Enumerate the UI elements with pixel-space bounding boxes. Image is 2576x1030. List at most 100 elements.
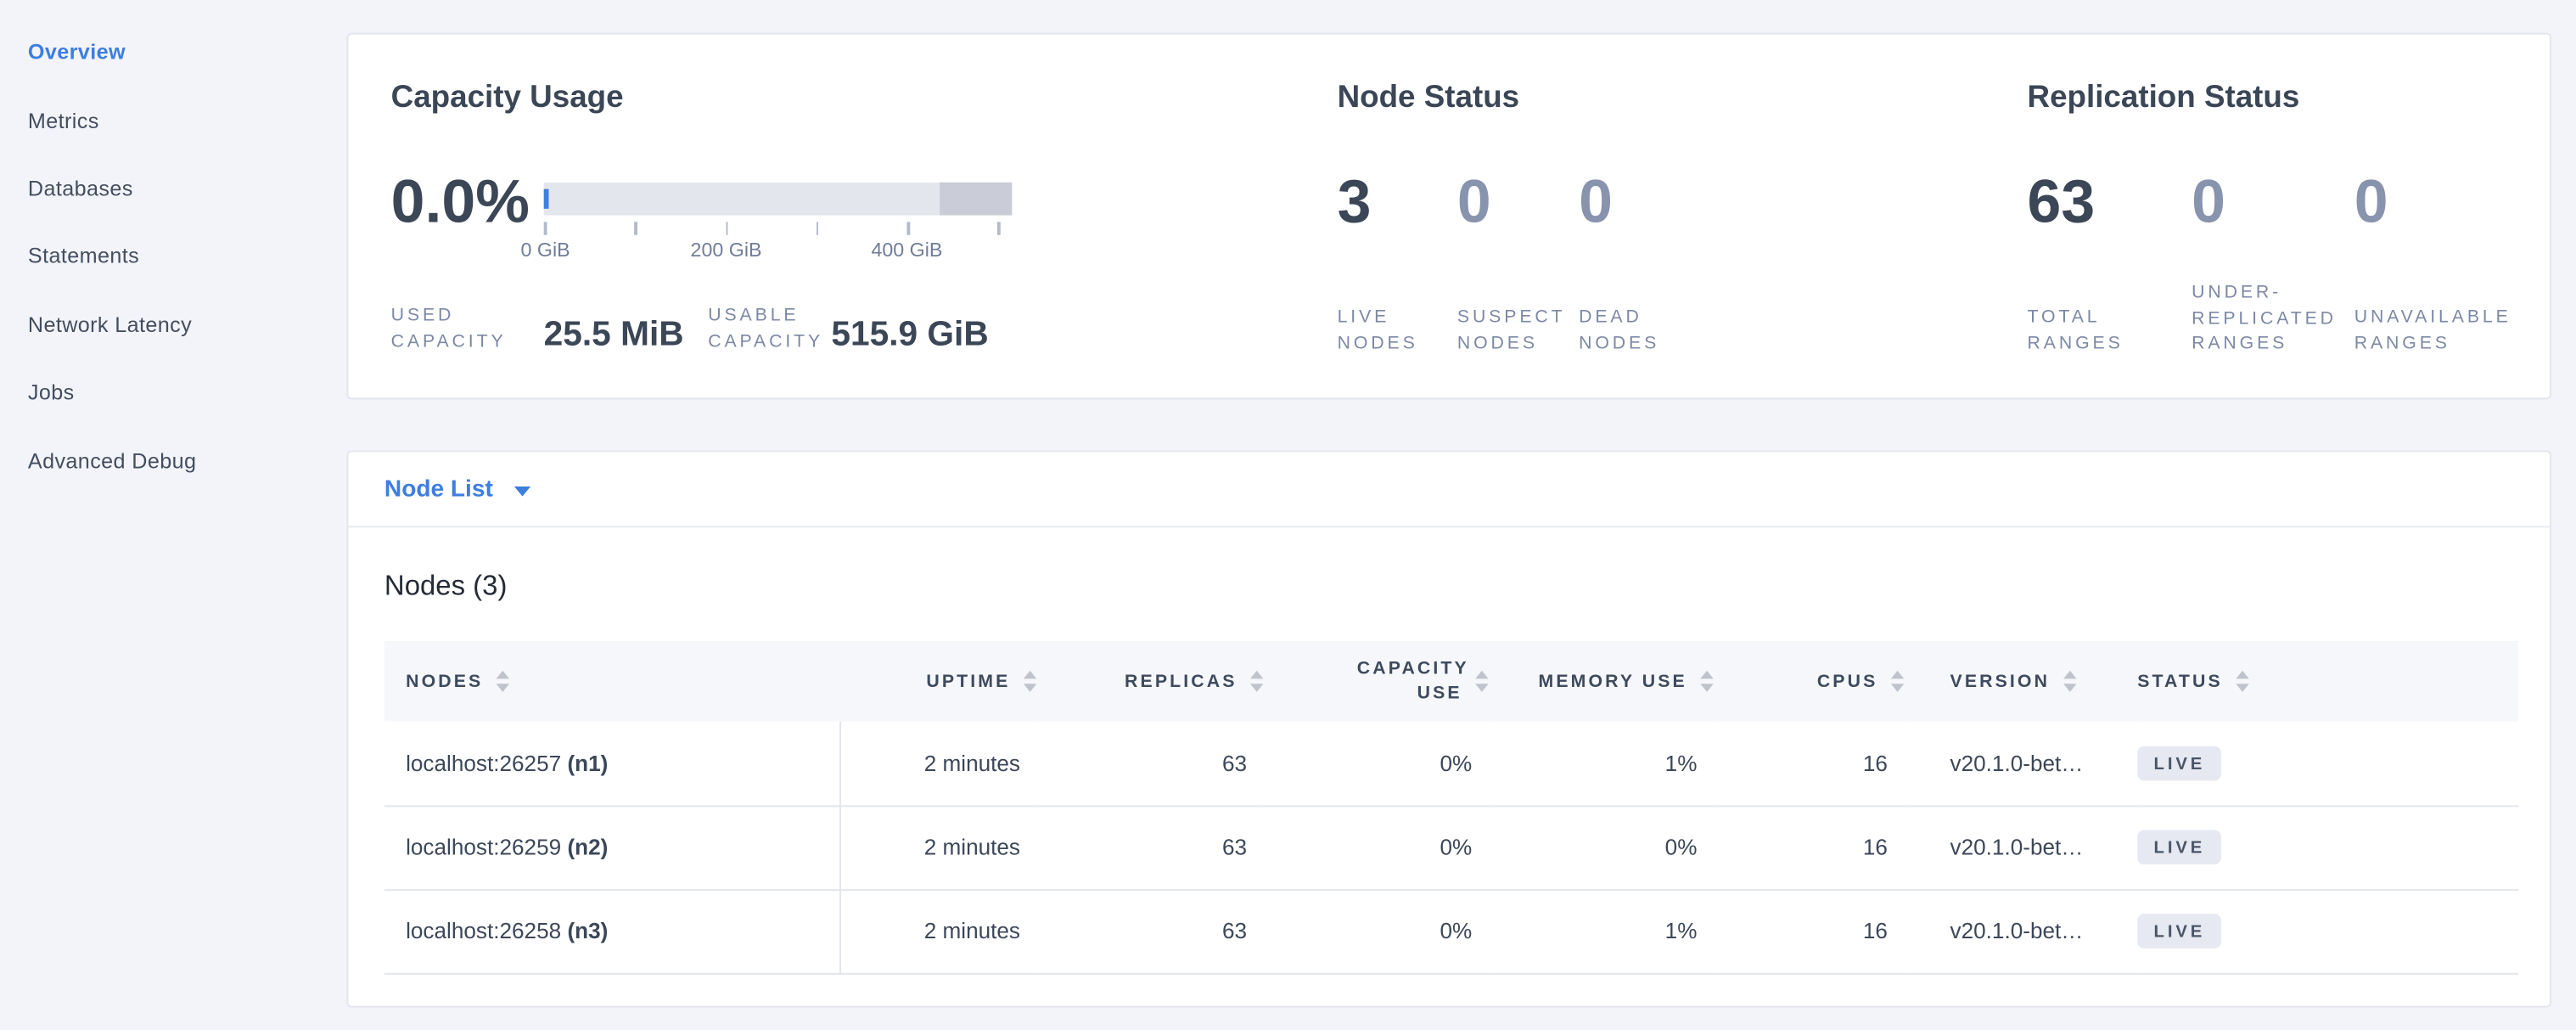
sidebar-item-jobs[interactable]: Jobs <box>0 358 346 426</box>
sidebar-item-databases[interactable]: Databases <box>0 155 346 222</box>
sidebar-item-network-latency[interactable]: Network Latency <box>0 290 346 358</box>
version-cell: v20.1.0-bet… <box>1904 889 2137 973</box>
status-badge: LIVE <box>2137 914 2221 948</box>
capacity-use-cell: 0% <box>1263 805 1488 889</box>
uptime-cell: 2 minutes <box>839 889 1036 973</box>
total-ranges-value: 63 <box>2028 171 2096 232</box>
node-status-title: Node Status <box>1338 81 1520 117</box>
node-address: localhost:26258 <box>406 919 561 943</box>
status-badge: LIVE <box>2137 830 2221 864</box>
memory-use-cell: 0% <box>1489 805 1714 889</box>
table-row: localhost:26257 (n1) 2 minutes 63 0% 1% … <box>384 722 2518 806</box>
view-selector-dropdown[interactable]: Node List <box>348 452 2550 527</box>
capacity-bar-other-segment <box>940 183 1012 216</box>
usable-capacity-label: USABLE CAPACITY <box>708 304 836 355</box>
column-label: CAPACITY USE <box>1357 656 1462 706</box>
column-header-uptime[interactable]: UPTIME <box>839 641 1036 722</box>
node-address-cell[interactable]: localhost:26258 (n3) <box>384 889 839 973</box>
total-ranges-label: TOTAL RANGES <box>2028 306 2142 357</box>
view-selector-label: Node List <box>384 476 493 502</box>
cpus-cell: 16 <box>1714 805 1905 889</box>
sort-icon <box>2063 671 2076 691</box>
table-row: localhost:26259 (n2) 2 minutes 63 0% 0% … <box>384 805 2518 889</box>
node-status-section: Node Status 3 0 0 LIVE NODES SUSPECT NOD… <box>1338 35 1929 402</box>
axis-tick <box>544 222 547 234</box>
column-label: MEMORY USE <box>1539 672 1687 691</box>
capacity-bar-chart: 0 GiB 200 GiB 400 GiB <box>544 183 1013 216</box>
replication-status-section: Replication Status 63 0 0 TOTAL RANGES U… <box>2028 35 2553 402</box>
usable-capacity-value: 515.9 GiB <box>831 316 988 355</box>
table-row: localhost:26258 (n3) 2 minutes 63 0% 1% … <box>384 889 2518 973</box>
axis-tick-label: 400 GiB <box>857 239 956 262</box>
axis-tick <box>906 222 909 234</box>
cluster-summary-panel: Capacity Usage 0.0% 0 GiB 200 GiB 400 Gi… <box>346 33 2551 400</box>
column-label: VERSION <box>1950 672 2051 691</box>
sidebar-item-statements[interactable]: Statements <box>0 222 346 290</box>
used-capacity-value: 25.5 MiB <box>544 316 684 355</box>
sort-icon <box>497 671 509 691</box>
node-id: (n3) <box>567 919 608 943</box>
column-header-nodes[interactable]: NODES <box>384 641 839 722</box>
node-address: localhost:26259 <box>406 835 561 859</box>
replicas-cell: 63 <box>1036 805 1263 889</box>
table-header-row: NODES UPTIME REPLICAS CAPACITY USE MEMOR… <box>384 641 2518 722</box>
used-capacity-label: USED CAPACITY <box>391 304 503 355</box>
status-cell: LIVE <box>2137 889 2518 973</box>
memory-use-cell: 1% <box>1489 722 1714 806</box>
unavailable-ranges-value: 0 <box>2354 171 2388 232</box>
column-header-replicas[interactable]: REPLICAS <box>1036 641 1263 722</box>
version-cell: v20.1.0-bet… <box>1904 722 2137 806</box>
page: Overview Metrics Databases Statements Ne… <box>0 0 2576 1030</box>
status-cell: LIVE <box>2137 722 2518 806</box>
capacity-use-cell: 0% <box>1263 889 1488 973</box>
axis-tick <box>816 222 818 234</box>
cpus-cell: 16 <box>1714 889 1905 973</box>
column-header-cpus[interactable]: CPUS <box>1714 641 1905 722</box>
capacity-usage-title: Capacity Usage <box>391 81 624 117</box>
sort-icon <box>2236 671 2248 691</box>
node-address-cell[interactable]: localhost:26257 (n1) <box>384 722 839 806</box>
memory-use-cell: 1% <box>1489 889 1714 973</box>
capacity-bar <box>544 183 1013 216</box>
replicas-cell: 63 <box>1036 722 1263 806</box>
sidebar-item-metrics[interactable]: Metrics <box>0 86 346 154</box>
live-nodes-value: 3 <box>1338 171 1372 232</box>
node-address-cell[interactable]: localhost:26259 (n2) <box>384 805 839 889</box>
column-header-version[interactable]: VERSION <box>1904 641 2137 722</box>
column-header-capacity-use[interactable]: CAPACITY USE <box>1263 641 1488 722</box>
replication-status-title: Replication Status <box>2028 81 2300 117</box>
version-cell: v20.1.0-bet… <box>1904 805 2137 889</box>
under-replicated-ranges-value: 0 <box>2192 171 2225 232</box>
column-label: NODES <box>406 672 483 691</box>
sidebar-item-advanced-debug[interactable]: Advanced Debug <box>0 426 346 494</box>
axis-tick <box>726 222 728 234</box>
axis-tick <box>634 222 637 234</box>
node-address: localhost:26257 <box>406 751 561 775</box>
column-header-memory-use[interactable]: MEMORY USE <box>1489 641 1714 722</box>
cpus-cell: 16 <box>1714 722 1905 806</box>
capacity-use-cell: 0% <box>1263 722 1488 806</box>
sort-icon <box>1250 671 1263 691</box>
column-header-status[interactable]: STATUS <box>2137 641 2518 722</box>
uptime-cell: 2 minutes <box>839 722 1036 806</box>
column-label: CPUS <box>1817 672 1878 691</box>
node-id: (n1) <box>567 751 608 775</box>
live-nodes-label: LIVE NODES <box>1338 306 1436 357</box>
sort-icon <box>1475 671 1488 691</box>
suspect-nodes-value: 0 <box>1457 171 1491 232</box>
capacity-bar-used-marker <box>544 189 549 209</box>
column-label: REPLICAS <box>1125 672 1237 691</box>
dead-nodes-label: DEAD NODES <box>1579 306 1677 357</box>
dead-nodes-value: 0 <box>1579 171 1613 232</box>
sidebar-item-overview[interactable]: Overview <box>0 18 346 86</box>
sort-icon <box>1891 671 1904 691</box>
axis-tick-label: 200 GiB <box>676 239 775 262</box>
column-label: STATUS <box>2137 672 2223 691</box>
status-badge: LIVE <box>2137 746 2221 780</box>
replicas-cell: 63 <box>1036 889 1263 973</box>
status-cell: LIVE <box>2137 805 2518 889</box>
table-title: Nodes (3) <box>384 571 507 604</box>
under-replicated-ranges-label: UNDER-REPLICATED RANGES <box>2192 281 2343 357</box>
node-list-panel: Node List Nodes (3) NODES UPTIME REPLICA… <box>346 450 2551 1007</box>
sort-icon <box>1024 671 1036 691</box>
